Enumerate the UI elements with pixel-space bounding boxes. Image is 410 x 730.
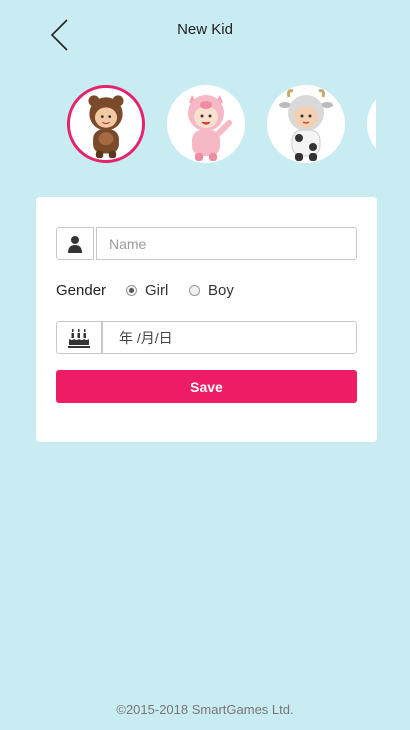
gender-boy-radio[interactable]: Boy [189,282,234,299]
new-kid-form-card: Gender Girl Boy 年 /月/日 Save [36,197,377,442]
name-field-row [56,227,357,260]
radio-checked-icon [126,285,137,296]
copyright-footer: ©2015-2018 SmartGames Ltd. [116,702,294,717]
avatar-carousel[interactable] [0,84,376,168]
gender-boy-label: Boy [208,282,234,299]
birthday-date-input[interactable]: 年 /月/日 [102,321,357,354]
header-bar: New Kid [0,0,410,64]
gender-girl-radio[interactable]: Girl [126,282,168,299]
birthday-cake-icon [68,328,90,348]
person-icon [68,235,82,253]
radio-unchecked-icon [189,285,200,296]
page-title: New Kid [177,21,233,38]
avatar-bear[interactable] [67,85,145,163]
name-input[interactable] [96,227,357,260]
avatar-cow[interactable] [267,85,345,163]
save-button[interactable]: Save [56,370,357,403]
gender-label: Gender [56,282,107,299]
avatar-partial[interactable] [367,85,376,163]
gender-row: Gender Girl Boy [56,280,356,300]
gender-girl-label: Girl [145,282,169,299]
name-icon-box [56,227,94,260]
birthday-date-value: 年 /月/日 [119,329,173,346]
birthday-icon-box [56,321,102,354]
avatar-pig[interactable] [167,85,245,163]
birthday-field-row: 年 /月/日 [56,321,357,354]
